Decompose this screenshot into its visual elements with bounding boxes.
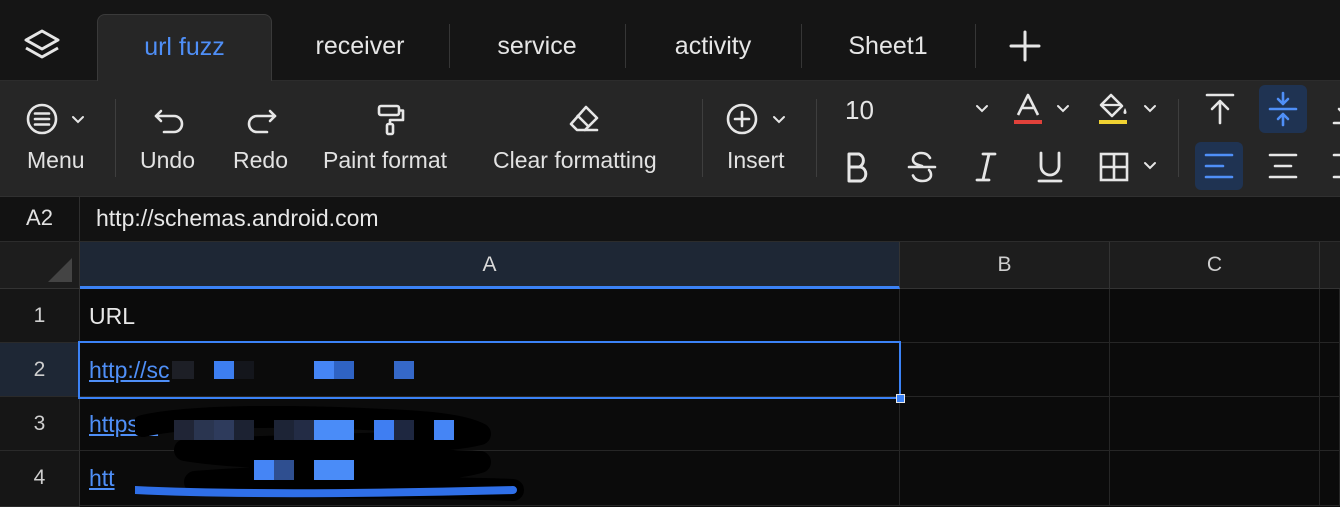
cell-c4[interactable] [1110, 451, 1320, 506]
sheet-tab-bar: url fuzz receiver service activity Sheet… [0, 0, 1340, 82]
cell-b2[interactable] [900, 343, 1110, 397]
plus-circle-icon [726, 103, 758, 135]
tab-receiver[interactable]: receiver [272, 14, 448, 80]
align-top-icon[interactable] [1200, 89, 1240, 129]
column-header-d[interactable] [1320, 242, 1340, 289]
select-all-triangle-icon [48, 258, 72, 282]
fill-color-icon[interactable] [1093, 89, 1133, 129]
redo-button[interactable]: Redo [225, 81, 301, 196]
add-sheet-icon[interactable] [1005, 26, 1045, 66]
align-right-icon[interactable] [1327, 146, 1340, 186]
tab-sheet1[interactable]: Sheet1 [802, 14, 974, 80]
strikethrough-icon[interactable] [902, 147, 942, 187]
bold-icon[interactable] [837, 147, 877, 187]
cell-d1[interactable] [1320, 289, 1340, 343]
column-header-a[interactable]: A [80, 242, 900, 289]
cell-c2[interactable] [1110, 343, 1320, 397]
cell-b4[interactable] [900, 451, 1110, 506]
align-middle-icon[interactable] [1263, 89, 1303, 129]
align-center-icon[interactable] [1263, 146, 1303, 186]
tab-divider [975, 24, 976, 68]
clear-formatting-button[interactable]: Clear formatting [485, 81, 685, 196]
redo-icon [247, 109, 277, 134]
fill-handle[interactable] [896, 394, 905, 403]
redo-label: Redo [233, 147, 288, 173]
undo-button[interactable]: Undo [132, 81, 208, 196]
chevron-down-icon[interactable] [1143, 161, 1157, 171]
tab-url-fuzz[interactable]: url fuzz [97, 14, 272, 82]
align-bottom-icon[interactable] [1327, 89, 1340, 129]
menu-label: Menu [27, 147, 85, 173]
undo-icon [154, 109, 184, 134]
cell-d2[interactable] [1320, 343, 1340, 397]
row-header[interactable]: 1 [0, 289, 80, 343]
cell-a1[interactable]: URL [80, 289, 900, 343]
cell-link[interactable]: htt [89, 465, 115, 491]
column-header-b[interactable]: B [900, 242, 1110, 289]
borders-icon[interactable] [1094, 147, 1134, 187]
menu-button[interactable]: Menu [20, 81, 100, 196]
formula-input[interactable]: http://schemas.android.com [96, 197, 379, 241]
toolbar-divider [702, 99, 703, 177]
eraser-icon [569, 105, 599, 132]
cell-reference[interactable]: A2 [0, 197, 80, 241]
formula-bar: A2 http://schemas.android.com [0, 197, 1340, 242]
font-size-chevron-icon[interactable] [975, 104, 989, 114]
toolbar-divider [115, 99, 116, 177]
cell-b1[interactable] [900, 289, 1110, 343]
menu-list-icon [26, 103, 58, 135]
layers-icon[interactable] [22, 28, 62, 64]
chevron-down-icon[interactable] [1056, 104, 1070, 114]
paint-format-label: Paint format [323, 147, 447, 173]
cell-c1[interactable] [1110, 289, 1320, 343]
clear-formatting-label: Clear formatting [493, 147, 657, 173]
column-header-c[interactable]: C [1110, 242, 1320, 289]
cell-text: URL [89, 303, 136, 329]
font-size-value[interactable]: 10 [845, 95, 874, 126]
font-color-icon[interactable] [1008, 89, 1048, 129]
select-all-corner[interactable] [0, 242, 80, 289]
cell-c3[interactable] [1110, 397, 1320, 451]
row-header[interactable]: 4 [0, 451, 80, 507]
insert-button[interactable]: Insert [718, 81, 798, 196]
chevron-down-icon [773, 116, 785, 124]
row-header[interactable]: 2 [0, 343, 80, 397]
row-header[interactable]: 3 [0, 397, 80, 451]
cell-selection-outline [78, 341, 901, 399]
paint-format-button[interactable]: Paint format [315, 81, 465, 196]
insert-label: Insert [727, 147, 785, 173]
cell-b3[interactable] [900, 397, 1110, 451]
toolbar-divider [1178, 99, 1179, 177]
paint-roller-icon [377, 104, 405, 136]
chevron-down-icon[interactable] [1143, 104, 1157, 114]
italic-icon[interactable] [966, 147, 1006, 187]
toolbar: Menu Undo Redo Paint format Clear format… [0, 81, 1340, 197]
underline-icon[interactable] [1030, 147, 1070, 187]
undo-label: Undo [140, 147, 195, 173]
chevron-down-icon [72, 116, 84, 124]
tab-activity[interactable]: activity [626, 14, 800, 80]
cell-d4[interactable] [1320, 451, 1340, 506]
cell-d3[interactable] [1320, 397, 1340, 451]
tab-service[interactable]: service [450, 14, 624, 80]
toolbar-divider [816, 99, 817, 177]
align-left-icon[interactable] [1199, 146, 1239, 186]
